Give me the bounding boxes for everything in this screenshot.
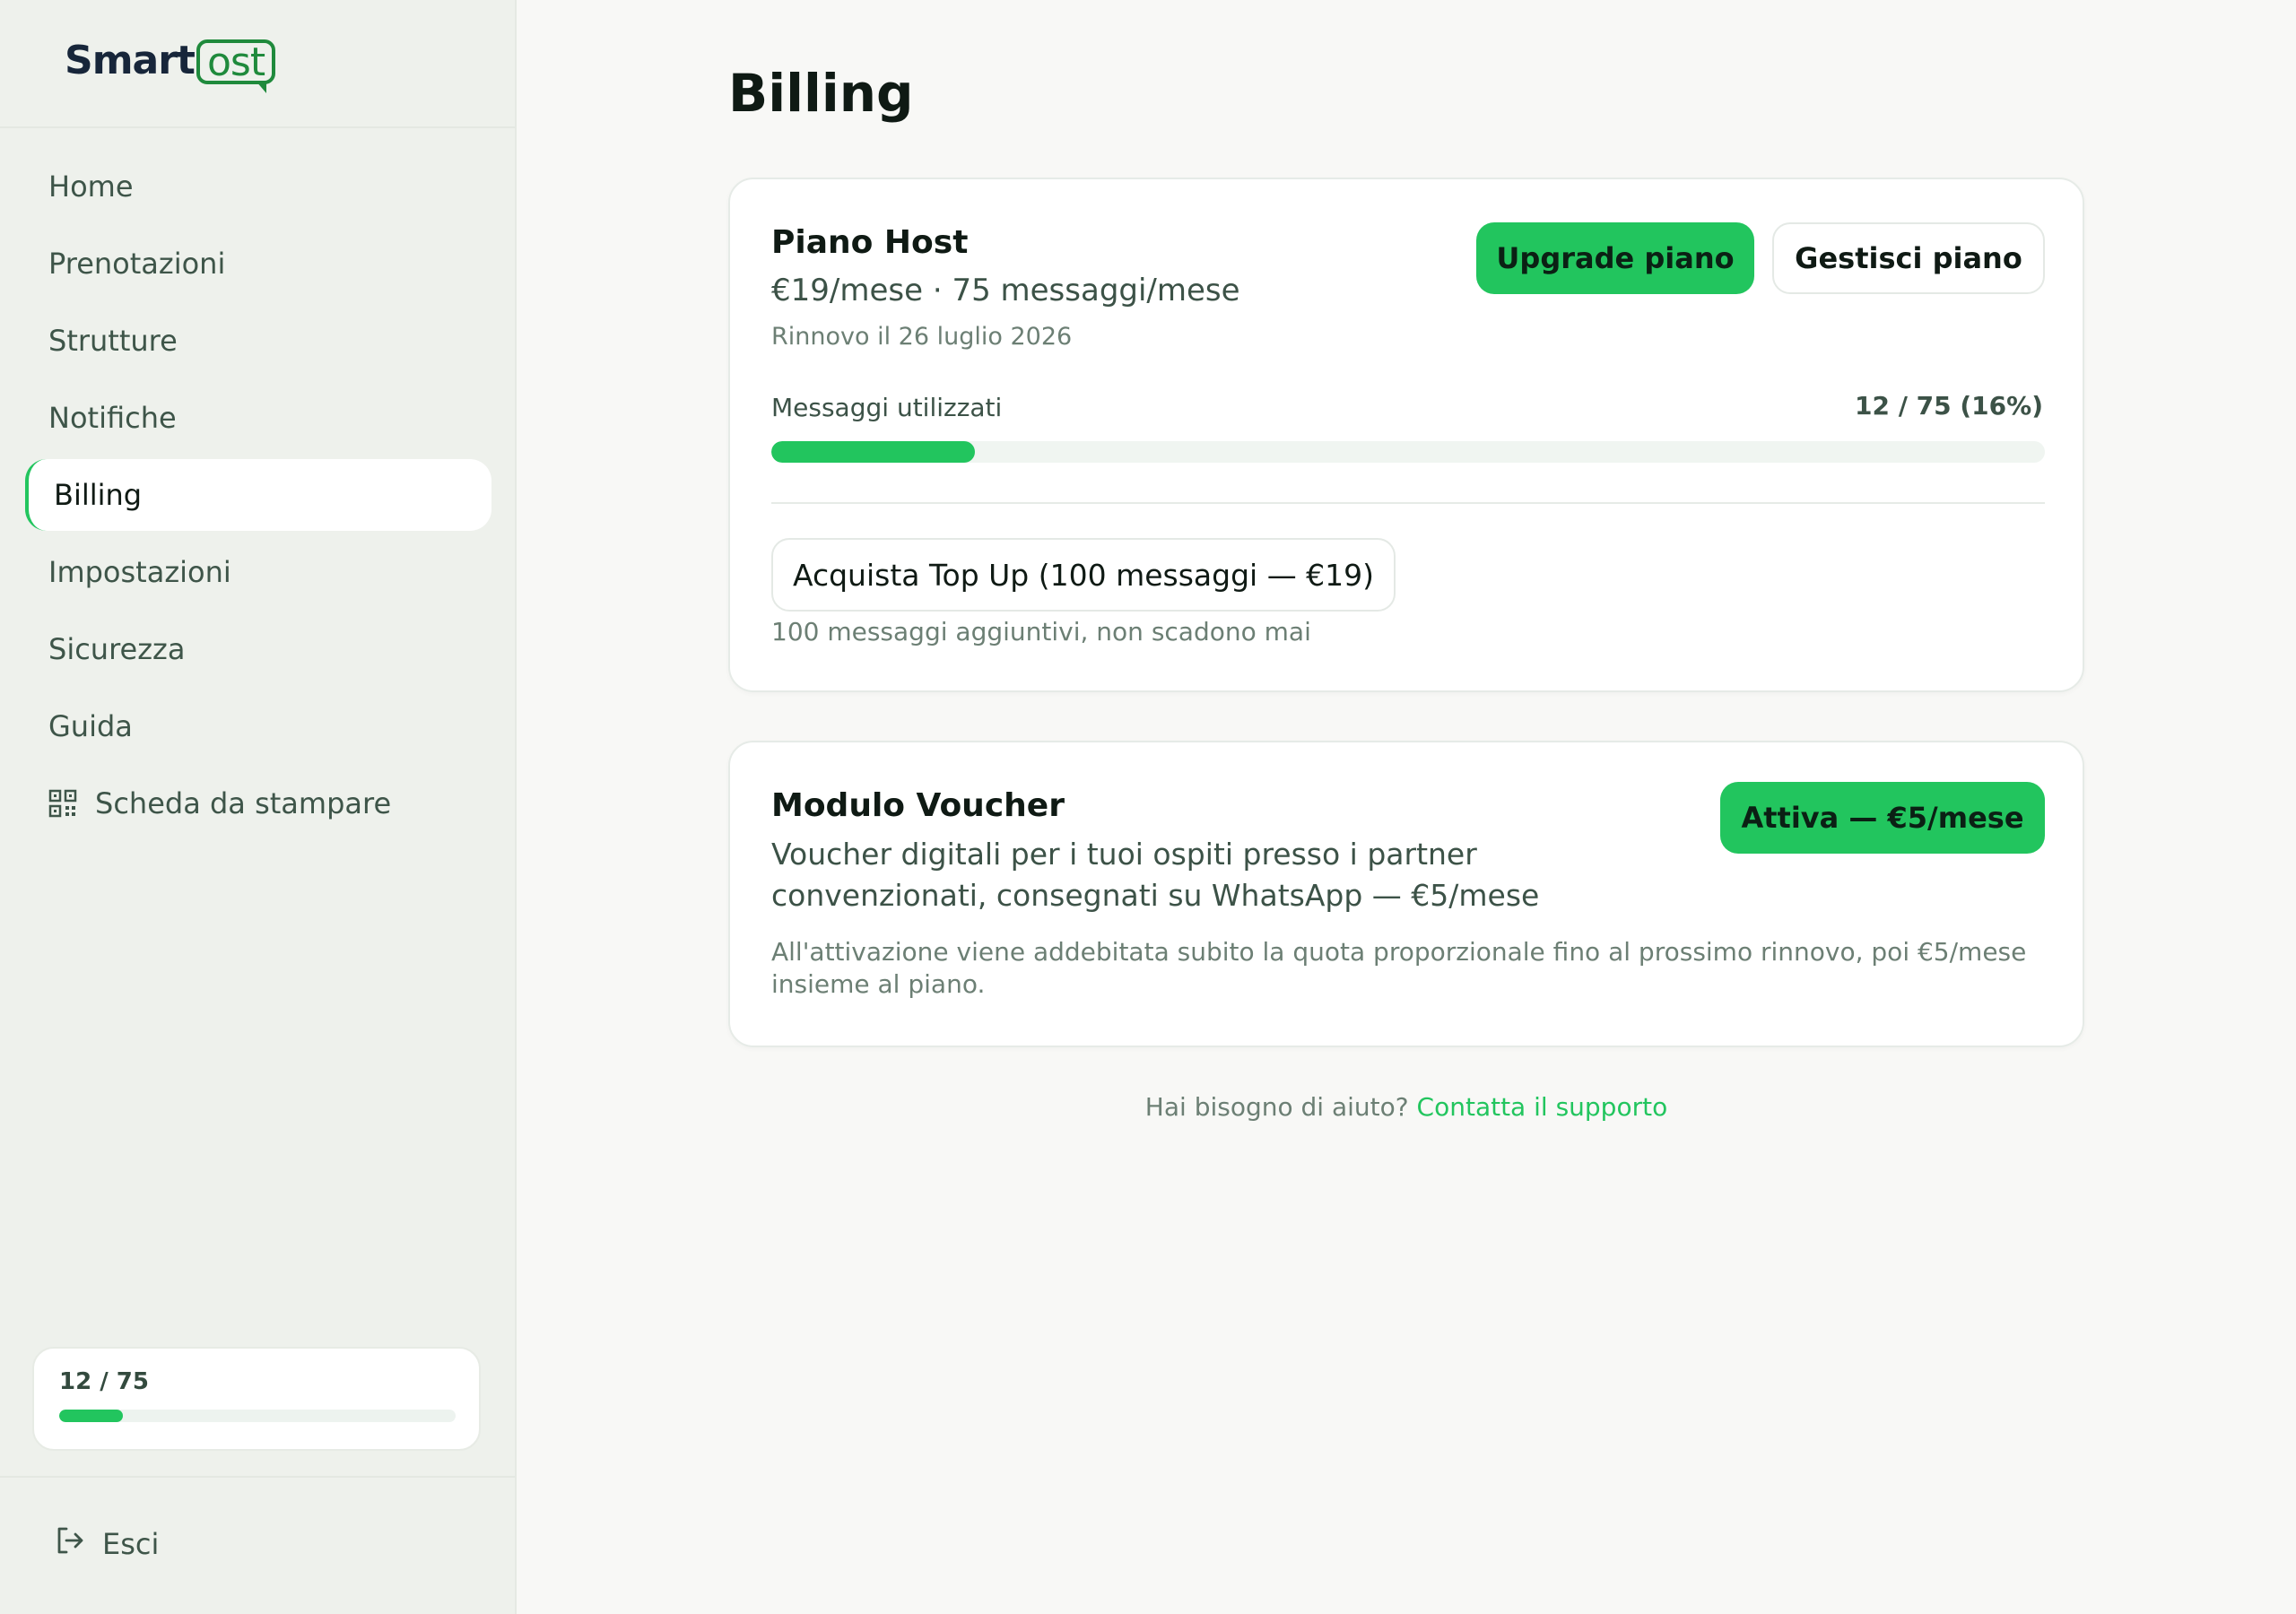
contact-support-link[interactable]: Contatta il supporto (1417, 1092, 1668, 1122)
app-logo[interactable]: Smart ost (65, 36, 276, 93)
sidebar-usage-label: 12 / 75 (59, 1368, 149, 1395)
messages-progress-bar (771, 441, 2045, 463)
sidebar-item-prenotazioni[interactable]: Prenotazioni (25, 228, 491, 299)
sidebar-item-label: Scheda da stampare (95, 786, 392, 820)
sidebar: Smart ost Home Prenotazioni Strutture No… (0, 0, 517, 1614)
manage-plan-button[interactable]: Gestisci piano (1772, 222, 2045, 294)
plan-renewal-date: Rinnovo il 26 luglio 2026 (771, 323, 1073, 351)
sidebar-item-label: Prenotazioni (48, 247, 226, 281)
sidebar-item-guida[interactable]: Guida (25, 690, 491, 762)
plan-price: €19/mese · 75 messaggi/mese (771, 273, 1240, 308)
logo-bubble-text: ost (206, 39, 265, 85)
divider (771, 502, 2045, 504)
sidebar-usage-fill (59, 1410, 123, 1422)
logo-bubble-tail (256, 81, 267, 93)
plan-card: Piano Host €19/mese · 75 messaggi/mese R… (728, 178, 2084, 692)
sidebar-item-home[interactable]: Home (25, 151, 491, 222)
messages-used-value: 12 / 75 (16%) (1854, 391, 2043, 421)
sidebar-item-notifiche[interactable]: Notifiche (25, 382, 491, 454)
sidebar-item-impostazioni[interactable]: Impostazioni (25, 536, 491, 608)
plan-name: Piano Host (771, 224, 969, 261)
upgrade-plan-button[interactable]: Upgrade piano (1476, 222, 1754, 294)
help-footer: Hai bisogno di aiuto? Contatta il suppor… (728, 1092, 2084, 1122)
help-text: Hai bisogno di aiuto? (1144, 1092, 1409, 1122)
sidebar-nav: Home Prenotazioni Strutture Notifiche Bi… (25, 151, 491, 845)
voucher-card: Modulo Voucher Voucher digitali per i tu… (728, 741, 2084, 1047)
sidebar-item-label: Billing (54, 478, 143, 512)
messages-used-label: Messaggi utilizzati (771, 393, 1003, 422)
sidebar-item-sicurezza[interactable]: Sicurezza (25, 613, 491, 685)
sidebar-item-label: Guida (48, 709, 133, 743)
sidebar-item-billing[interactable]: Billing (25, 459, 491, 531)
sidebar-item-label: Strutture (48, 324, 178, 358)
messages-progress-fill (771, 441, 976, 463)
logo-text: Smart (65, 38, 196, 83)
activate-voucher-button[interactable]: Attiva — €5/mese (1720, 782, 2045, 854)
sidebar-item-label: Impostazioni (48, 555, 231, 589)
sidebar-usage-widget: 12 / 75 (32, 1347, 481, 1451)
buy-topup-button[interactable]: Acquista Top Up (100 messaggi — €19) (771, 538, 1396, 612)
sidebar-item-label: Home (48, 169, 134, 204)
sidebar-item-strutture[interactable]: Strutture (25, 305, 491, 377)
topup-note: 100 messaggi aggiuntivi, non scadono mai (771, 617, 1311, 646)
qr-code-icon (48, 789, 77, 818)
sidebar-item-scheda-da-stampare[interactable]: Scheda da stampare (25, 768, 491, 839)
logout-icon (54, 1524, 102, 1564)
voucher-note: All'attivazione viene addebitata subito … (771, 937, 2027, 999)
logout-button[interactable]: Esci (54, 1524, 159, 1564)
logout-label: Esci (102, 1527, 160, 1561)
sidebar-usage-track (59, 1410, 456, 1422)
sidebar-item-label: Notifiche (48, 401, 177, 435)
voucher-description: Voucher digitali per i tuoi ospiti press… (771, 837, 1540, 913)
voucher-title: Modulo Voucher (771, 787, 1065, 824)
sidebar-footer: Esci (0, 1476, 515, 1614)
sidebar-item-label: Sicurezza (48, 632, 186, 666)
page-title: Billing (728, 63, 914, 124)
logo-bubble: ost (196, 39, 276, 93)
logo-area: Smart ost (0, 0, 515, 128)
